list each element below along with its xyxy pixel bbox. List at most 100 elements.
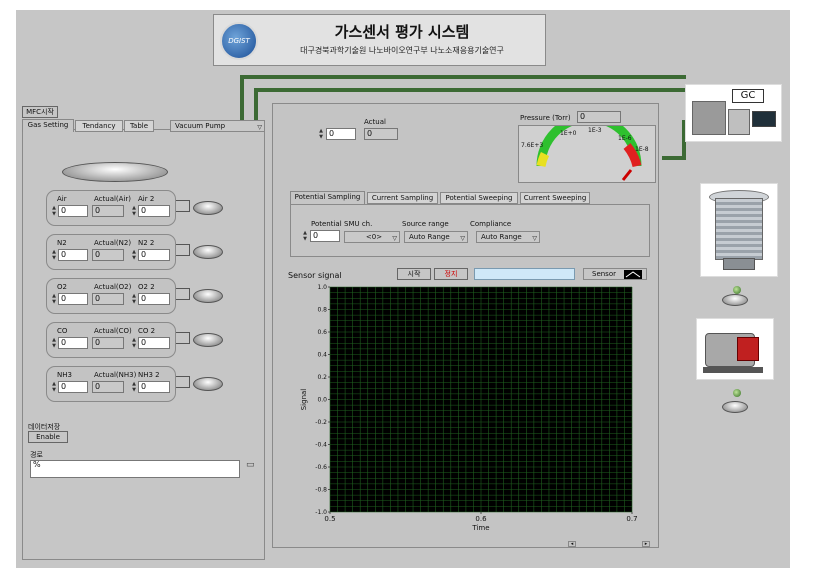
tab-current-sampling[interactable]: Current Sampling xyxy=(367,192,438,204)
y-tick-label: 0.4 xyxy=(317,352,327,359)
potential-input[interactable]: 0 xyxy=(310,230,340,242)
x-tick-label: 0.5 xyxy=(324,515,335,523)
mfc-start-button[interactable]: MFC시작 xyxy=(22,106,58,118)
gas-flow-input[interactable]: 0 xyxy=(58,249,88,261)
y-tick-label: 1.0 xyxy=(317,284,327,291)
gas-actual-label: Actual(NH3) xyxy=(94,371,137,379)
gas-spinner-2[interactable]: ▲ ▼ xyxy=(131,249,137,261)
gas-spinner[interactable]: ▲ ▼ xyxy=(51,205,57,217)
vacuum-pump-dropdown[interactable]: Vacuum Pump ▽ xyxy=(170,120,265,132)
scroll-right-icon[interactable]: ▸ xyxy=(642,541,650,547)
gas-spinner-2[interactable]: ▲ ▼ xyxy=(131,337,137,349)
gas-name-label: N2 xyxy=(57,239,67,247)
gas-connector xyxy=(176,288,190,300)
chevron-down-icon: ▽ xyxy=(460,235,465,242)
y-axis-label: Signal xyxy=(300,389,308,411)
gas-actual-value: 0 xyxy=(92,293,124,305)
gc-label: GC xyxy=(732,89,764,103)
gas-spinner-2[interactable]: ▲ ▼ xyxy=(131,381,137,393)
potential-label: Potential xyxy=(311,220,342,228)
y-tick-label: -0.2 xyxy=(315,419,327,426)
gas-flow-input[interactable]: 0 xyxy=(58,381,88,393)
gas-valve-toggle[interactable] xyxy=(193,289,223,303)
gas-connector xyxy=(176,332,190,344)
tab-table[interactable]: Table xyxy=(124,120,154,132)
gas-spinner[interactable]: ▲ ▼ xyxy=(51,293,57,305)
sensor-signal-chart[interactable]: 1.00.80.60.40.20.0-0.2-0.4-0.6-0.8-1.00.… xyxy=(290,282,648,540)
tab-potential-sweeping[interactable]: Potential Sweeping xyxy=(440,192,518,204)
smu-channel-value: <0> xyxy=(365,233,383,241)
source-range-dropdown[interactable]: Auto Range ▽ xyxy=(404,231,468,243)
plot-legend[interactable]: Sensor xyxy=(583,268,647,280)
smu-channel-dropdown[interactable]: <0> ▽ xyxy=(344,231,400,243)
gas-flow-input[interactable]: 0 xyxy=(58,205,88,217)
gas-actual-value: 0 xyxy=(92,381,124,393)
gas-set2-label: NH3 2 xyxy=(138,371,160,379)
tab-current-sweeping[interactable]: Current Sweeping xyxy=(520,192,590,204)
gas-flow-input-2[interactable]: 0 xyxy=(138,381,170,393)
folder-icon[interactable]: ▭ xyxy=(246,461,260,471)
source-range-label: Source range xyxy=(402,220,449,228)
pipe-mid xyxy=(254,88,686,92)
gas-valve-toggle[interactable] xyxy=(193,333,223,347)
gauge-tick: 7.6E+3 xyxy=(521,142,544,149)
tab-potential-sampling[interactable]: Potential Sampling xyxy=(290,191,365,204)
gauge-tick: 1E-8 xyxy=(635,146,649,153)
x-tick-label: 0.6 xyxy=(475,515,487,523)
turbo-pump-image xyxy=(700,183,778,277)
pump-body xyxy=(715,198,763,260)
gas-valve-toggle[interactable] xyxy=(193,201,223,215)
set-spinner[interactable]: ▲ ▼ xyxy=(318,128,324,140)
gas-actual-value: 0 xyxy=(92,249,124,261)
gas-set2-label: O2 2 xyxy=(138,283,155,291)
rotary-pump-motor xyxy=(737,337,759,361)
smu-channel-label: SMU ch. xyxy=(344,220,373,228)
monitor-icon xyxy=(752,111,776,127)
gauge-tick: 1E+0 xyxy=(560,130,577,137)
gas-valve-toggle[interactable] xyxy=(193,245,223,259)
gc-box xyxy=(692,101,726,135)
set-value-input[interactable]: 0 xyxy=(326,128,356,140)
legend-swatch xyxy=(624,270,642,279)
gas-spinner-2[interactable]: ▲ ▼ xyxy=(131,205,137,217)
path-input[interactable]: % xyxy=(30,460,240,478)
compliance-dropdown[interactable]: Auto Range ▽ xyxy=(476,231,540,243)
y-tick-label: 0.6 xyxy=(317,329,327,336)
x-axis-label: Time xyxy=(471,524,489,532)
potential-spinner[interactable]: ▲ ▼ xyxy=(302,230,308,242)
tab-tendancy[interactable]: Tendancy xyxy=(75,120,123,132)
gas-actual-label: Actual(Air) xyxy=(94,195,132,203)
gas-set2-label: Air 2 xyxy=(138,195,155,203)
gas-spinner[interactable]: ▲ ▼ xyxy=(51,249,57,261)
scroll-left-icon[interactable]: ◂ xyxy=(568,541,576,547)
gas-spinner[interactable]: ▲ ▼ xyxy=(51,381,57,393)
gas-flow-input-2[interactable]: 0 xyxy=(138,337,170,349)
legend-label: Sensor xyxy=(592,270,616,278)
gas-flow-input-2[interactable]: 0 xyxy=(138,205,170,217)
chart-title: Sensor signal xyxy=(288,271,342,280)
status-field xyxy=(474,268,575,280)
compliance-label: Compliance xyxy=(470,220,512,228)
gas-name-label: CO xyxy=(57,327,68,335)
start-button[interactable]: 시작 xyxy=(397,268,431,280)
gas-flow-input-2[interactable]: 0 xyxy=(138,249,170,261)
gas-actual-value: 0 xyxy=(92,337,124,349)
gas-flow-input[interactable]: 0 xyxy=(58,293,88,305)
gas-valve-toggle[interactable] xyxy=(193,377,223,391)
pump-base xyxy=(723,258,755,270)
rotary-pump-indicator xyxy=(733,389,741,397)
rotary-pump-lamp xyxy=(722,401,748,413)
pressure-gauge xyxy=(518,113,656,183)
actual-label: Actual xyxy=(364,118,386,126)
gas-spinner-2[interactable]: ▲ ▼ xyxy=(131,293,137,305)
gas-spinner[interactable]: ▲ ▼ xyxy=(51,337,57,349)
y-tick-label: -0.4 xyxy=(315,442,327,449)
gauge-tick: 1E-3 xyxy=(588,127,602,134)
stop-button[interactable]: 정지 xyxy=(434,268,468,280)
enable-button[interactable]: Enable xyxy=(28,431,68,443)
tab-gas-setting[interactable]: Gas Setting xyxy=(22,119,74,132)
gas-flow-input-2[interactable]: 0 xyxy=(138,293,170,305)
app-subtitle: 대구경북과학기술원 나노바이오연구부 나노소재응용기술연구 xyxy=(300,46,504,55)
pressure-value: 0 xyxy=(577,111,621,123)
gas-flow-input[interactable]: 0 xyxy=(58,337,88,349)
